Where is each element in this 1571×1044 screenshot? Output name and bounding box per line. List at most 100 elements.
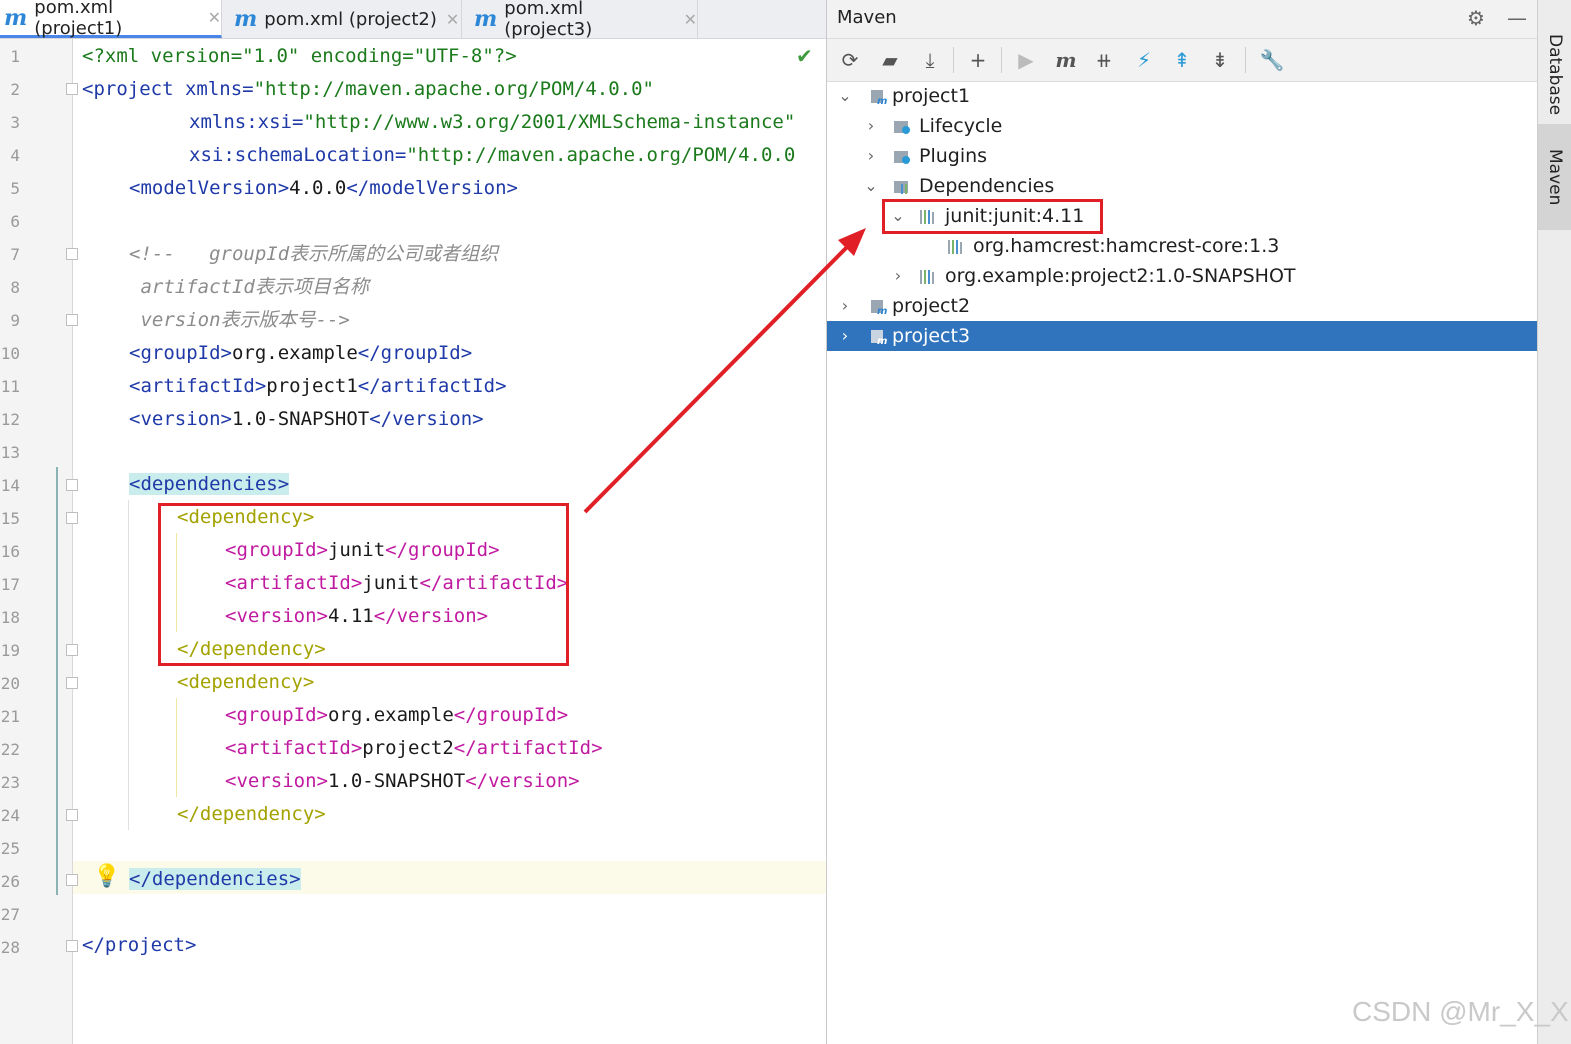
- fold-marker[interactable]: [66, 314, 78, 326]
- tag: <artifactId>: [225, 737, 363, 759]
- xml-declaration: <?xml version="1.0" encoding="UTF-8"?>: [82, 45, 517, 67]
- code-line-21[interactable]: <groupId>org.example</groupId>: [225, 699, 568, 732]
- code-line-12[interactable]: <version>1.0-SNAPSHOT</version>: [129, 403, 484, 436]
- tree-item-project3[interactable]: › m project3: [827, 321, 1537, 351]
- tab-pom-project1[interactable]: m pom.xml (project1) ✕: [0, 0, 222, 39]
- attr-value: "http://www.w3.org/2001/XMLSchema-instan…: [303, 111, 796, 133]
- text: org.example: [231, 342, 358, 364]
- text: org.example: [327, 704, 454, 726]
- toolbar-separator: [1245, 47, 1246, 73]
- fold-marker[interactable]: [66, 479, 78, 491]
- chevron-down-icon[interactable]: ⌄: [863, 171, 879, 201]
- fold-marker[interactable]: [66, 512, 78, 524]
- line-number: 22: [0, 740, 20, 759]
- editor-tab-bar: m pom.xml (project1) ✕ m pom.xml (projec…: [0, 0, 826, 40]
- annotation-box-junit-dependency: [158, 503, 569, 666]
- skip-tests-icon[interactable]: ⧺: [1091, 47, 1117, 73]
- tree-item-hamcrest[interactable]: org.hamcrest:hamcrest-core:1.3: [827, 231, 1537, 261]
- tree-item-project2[interactable]: › m project2: [827, 291, 1537, 321]
- code-line-7[interactable]: <!-- groupId表示所属的公司或者组织: [129, 238, 498, 271]
- fold-marker[interactable]: [66, 83, 78, 95]
- code-line-10[interactable]: <groupId>org.example</groupId>: [129, 337, 472, 370]
- code-line-3[interactable]: xmlns:xsi="http://www.w3.org/2001/XMLSch…: [189, 106, 795, 139]
- plus-icon[interactable]: +: [965, 47, 991, 73]
- tree-item-plugins[interactable]: › Plugins: [827, 141, 1537, 171]
- close-icon[interactable]: ✕: [446, 10, 459, 29]
- line-number: 19: [0, 641, 20, 660]
- code-line-5[interactable]: <modelVersion>4.0.0</modelVersion>: [129, 172, 518, 205]
- vcs-change-marker: [56, 467, 58, 895]
- add-folder-icon[interactable]: ▰: [877, 47, 903, 73]
- tree-item-project2-dependency[interactable]: › org.example:project2:1.0-SNAPSHOT: [827, 261, 1537, 291]
- line-number: 7: [10, 245, 20, 264]
- project-close-tag: </project>: [82, 934, 197, 956]
- fold-marker[interactable]: [66, 940, 78, 952]
- database-tool-tab[interactable]: Database: [1538, 30, 1571, 120]
- maven-file-icon: m: [474, 6, 498, 32]
- tree-label: Lifecycle: [919, 115, 1003, 137]
- line-number: 1: [10, 47, 20, 66]
- tag: <version>: [129, 408, 232, 430]
- lightbulb-icon[interactable]: 💡: [93, 864, 120, 889]
- line-number: 16: [0, 542, 20, 561]
- run-icon[interactable]: ▶: [1013, 47, 1039, 73]
- line-number: 13: [0, 443, 20, 462]
- code-line-23[interactable]: <version>1.0-SNAPSHOT</version>: [225, 765, 580, 798]
- code-line-22[interactable]: <artifactId>project2</artifactId>: [225, 732, 603, 765]
- dependencies-close-tag: </dependencies>: [129, 868, 301, 890]
- maven-tool-tab[interactable]: Maven: [1538, 124, 1571, 230]
- code-line-26[interactable]: </dependencies>: [129, 863, 301, 896]
- tree-item-project1[interactable]: ⌄ m project1: [827, 81, 1537, 111]
- code-line-4[interactable]: xsi:schemaLocation="http://maven.apache.…: [189, 139, 795, 172]
- chevron-right-icon[interactable]: ›: [837, 321, 853, 351]
- chevron-right-icon[interactable]: ›: [863, 141, 879, 171]
- close-icon[interactable]: ✕: [208, 8, 221, 27]
- code-line-9[interactable]: version表示版本号-->: [129, 304, 349, 337]
- fold-marker[interactable]: [66, 248, 78, 260]
- line-number: 20: [0, 674, 20, 693]
- library-icon: [948, 240, 962, 254]
- tab-pom-project2[interactable]: m pom.xml (project2) ✕: [222, 0, 462, 38]
- line-number: 15: [0, 509, 20, 528]
- line-number: 3: [10, 113, 20, 132]
- chevron-down-icon[interactable]: ⌄: [837, 81, 853, 111]
- fold-marker[interactable]: [66, 809, 78, 821]
- minimize-icon[interactable]: —: [1507, 6, 1527, 30]
- maven-project-icon: m: [871, 90, 887, 105]
- plugins-folder-icon: [894, 151, 910, 164]
- code-line-11[interactable]: <artifactId>project1</artifactId>: [129, 370, 507, 403]
- fold-marker[interactable]: [66, 644, 78, 656]
- code-line-2[interactable]: <project xmlns="http://maven.apache.org/…: [82, 73, 654, 106]
- chevron-right-icon[interactable]: ›: [890, 261, 906, 291]
- code-line-20[interactable]: <dependency>: [177, 666, 314, 699]
- line-number: 14: [0, 476, 20, 495]
- download-icon[interactable]: ⤓: [917, 47, 943, 73]
- code-line-14[interactable]: <dependencies>: [129, 468, 290, 501]
- collapse-all-icon[interactable]: ⇟: [1207, 47, 1233, 73]
- tree-item-lifecycle[interactable]: › Lifecycle: [827, 111, 1537, 141]
- code-line-24[interactable]: </dependency>: [177, 798, 326, 831]
- offline-icon[interactable]: ⚡: [1131, 47, 1157, 73]
- chevron-right-icon[interactable]: ›: [863, 111, 879, 141]
- gear-icon[interactable]: ⚙: [1467, 6, 1485, 30]
- settings-wrench-icon[interactable]: 🔧: [1259, 47, 1285, 73]
- expand-all-icon[interactable]: ⇞: [1169, 47, 1195, 73]
- tree-label: project3: [892, 325, 971, 347]
- code-line-8[interactable]: artifactId表示项目名称: [129, 271, 368, 304]
- maven-goal-icon[interactable]: m: [1053, 47, 1079, 73]
- code-line-28[interactable]: </project>: [82, 929, 196, 962]
- attr-value: "http://maven.apache.org/POM/4.0.0": [253, 78, 654, 100]
- fold-marker[interactable]: [66, 874, 78, 886]
- no-errors-check-icon[interactable]: ✔: [796, 44, 813, 68]
- text: 1.0-SNAPSHOT: [231, 408, 370, 430]
- text: 1.0-SNAPSHOT: [327, 770, 466, 792]
- fold-marker[interactable]: [66, 677, 78, 689]
- attr: xmlns=: [184, 78, 254, 100]
- close-icon[interactable]: ✕: [684, 10, 697, 29]
- tab-pom-project3[interactable]: m pom.xml (project3) ✕: [462, 0, 698, 40]
- code-line-1[interactable]: <?xml version="1.0" encoding="UTF-8"?>: [82, 40, 517, 73]
- tree-item-dependencies[interactable]: ⌄ Dependencies: [827, 171, 1537, 201]
- reload-icon[interactable]: ⟳: [837, 47, 863, 73]
- chevron-right-icon[interactable]: ›: [837, 291, 853, 321]
- attr-value: "http://maven.apache.org/POM/4.0.0: [406, 144, 796, 166]
